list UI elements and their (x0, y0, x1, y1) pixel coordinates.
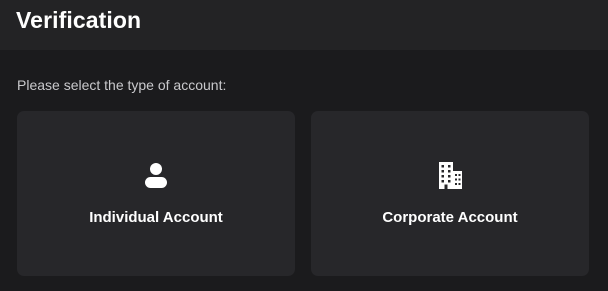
corporate-account-card[interactable]: Corporate Account (311, 111, 589, 276)
building-icon (434, 159, 466, 191)
individual-account-card[interactable]: Individual Account (17, 111, 295, 276)
person-icon (140, 159, 172, 191)
account-type-prompt: Please select the type of account: (17, 77, 227, 93)
page-title: Verification (16, 7, 142, 33)
corporate-account-label: Corporate Account (382, 209, 518, 226)
individual-account-label: Individual Account (89, 209, 223, 226)
header-bar: Verification (0, 0, 608, 50)
